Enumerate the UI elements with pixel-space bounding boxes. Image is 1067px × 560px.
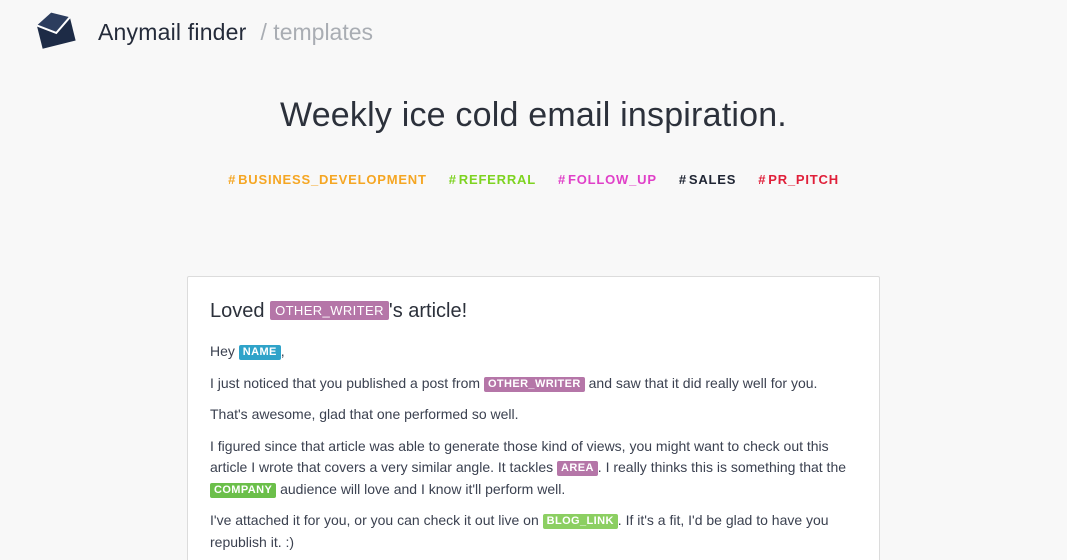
brand-name[interactable]: Anymail finder — [98, 19, 247, 46]
body-paragraph-1: I just noticed that you published a post… — [210, 374, 818, 392]
header: Anymail finder / templates — [36, 12, 373, 52]
body-paragraph-3: I figured since that article was able to… — [210, 437, 847, 498]
variable-badge-other-writer: OTHER_WRITER — [483, 376, 585, 392]
envelope-logo-icon[interactable] — [36, 12, 76, 52]
tag-referral[interactable]: # REFERRAL — [449, 172, 536, 187]
variable-badge-other-writer: OTHER_WRITER — [270, 301, 389, 320]
variable-badge-blog-link: BLOG_LINK — [542, 514, 618, 529]
variable-badge-company: COMPANY — [210, 482, 277, 498]
template-card[interactable]: Loved OTHER_WRITER's article! Hey NAME, … — [187, 276, 880, 560]
body-paragraph-2: That's awesome, glad that one performed … — [210, 406, 519, 422]
tag-filter-bar: # BUSINESS_DEVELOPMENT # REFERRAL # FOLLOW_… — [0, 172, 1067, 187]
page-title: Weekly ice cold email inspiration. — [280, 96, 787, 134]
breadcrumb: / templates — [260, 18, 374, 45]
tag-follow-up[interactable]: # FOLLOW_UP — [558, 172, 657, 187]
tag-pr-pitch[interactable]: # PR_PITCH — [758, 172, 839, 187]
variable-badge-name: NAME — [238, 345, 281, 360]
variable-badge-area: AREA — [557, 461, 598, 476]
tag-sales[interactable]: # SALES — [679, 172, 736, 187]
greeting-line: Hey NAME, — [210, 343, 285, 360]
body-paragraph-4: I've attached it for you, or you can che… — [210, 512, 829, 550]
template-title: Loved OTHER_WRITER's article! — [210, 300, 468, 322]
tag-business-development[interactable]: # BUSINESS_DEVELOPMENT — [228, 172, 427, 187]
